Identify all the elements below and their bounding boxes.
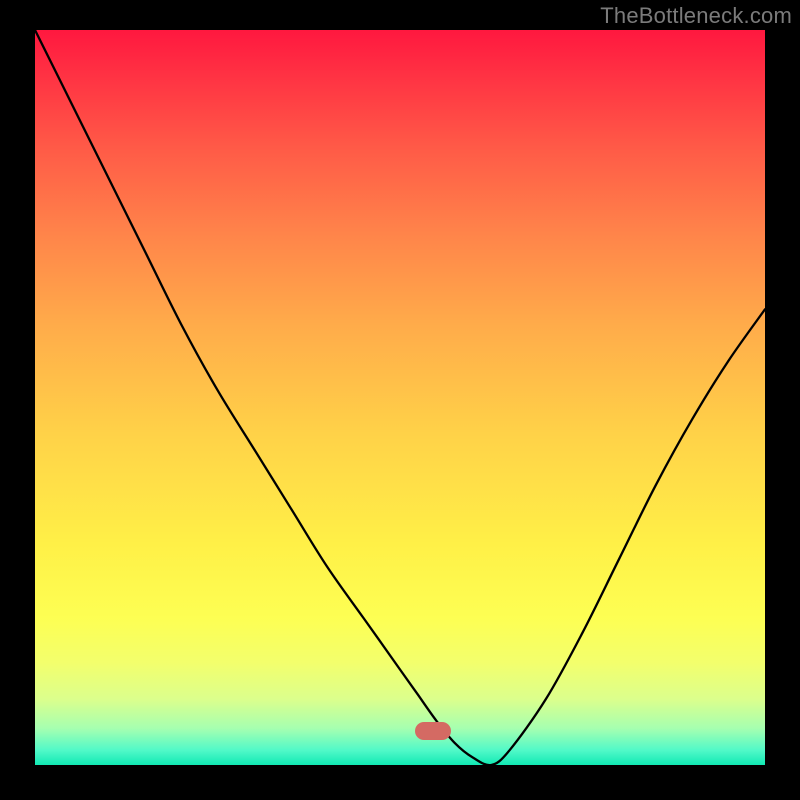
optimum-marker [415, 722, 451, 740]
curve-path [35, 30, 765, 765]
bottleneck-curve [35, 30, 765, 765]
plot-area [35, 30, 765, 765]
watermark-text: TheBottleneck.com [600, 3, 792, 29]
chart-frame: TheBottleneck.com [0, 0, 800, 800]
